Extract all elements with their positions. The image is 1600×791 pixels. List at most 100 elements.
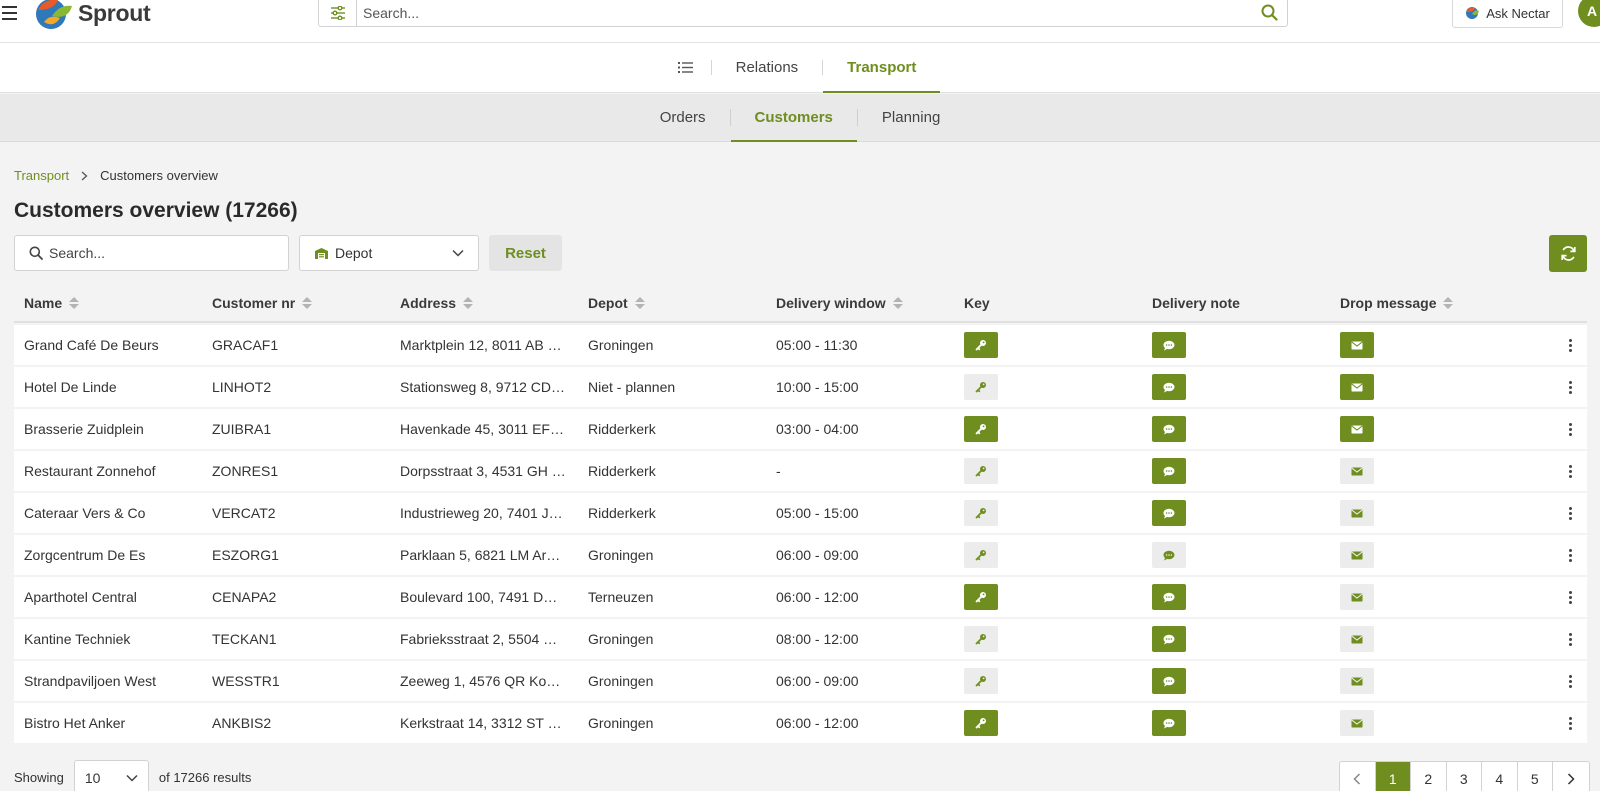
more-options-icon[interactable] <box>1565 506 1575 520</box>
table-row[interactable]: Kantine Techniek TECKAN1 Fabrieksstraat … <box>14 619 1587 659</box>
logo[interactable]: Sprout <box>34 0 151 30</box>
table-row[interactable]: Brasserie Zuidplein ZUIBRA1 Havenkade 45… <box>14 409 1587 449</box>
search-filter-icon[interactable] <box>319 0 357 26</box>
comment-icon[interactable] <box>1152 500 1186 526</box>
tab-transport[interactable]: Transport <box>823 43 941 93</box>
cell-address: Fabrieksstraat 2, 5504 … <box>400 631 558 647</box>
tab-customers[interactable]: Customers <box>730 94 858 142</box>
next-page-button[interactable] <box>1553 762 1589 791</box>
more-options-icon[interactable] <box>1565 632 1575 646</box>
table-row[interactable]: Bistro Het Anker ANKBIS2 Kerkstraat 14, … <box>14 703 1587 743</box>
comment-icon[interactable] <box>1152 458 1186 484</box>
refresh-button[interactable] <box>1549 235 1587 272</box>
table-row[interactable]: Restaurant Zonnehof ZONRES1 Dorpsstraat … <box>14 451 1587 491</box>
table-row[interactable]: Strandpaviljoen West WESSTR1 Zeeweg 1, 4… <box>14 661 1587 701</box>
page-button-5[interactable]: 5 <box>1518 762 1553 791</box>
envelope-icon[interactable] <box>1340 374 1374 400</box>
envelope-icon[interactable] <box>1340 458 1374 484</box>
cell-depot: Groningen <box>588 673 654 689</box>
sort-icon[interactable] <box>1443 296 1454 309</box>
key-icon[interactable] <box>964 416 998 442</box>
more-options-icon[interactable] <box>1565 464 1575 478</box>
cell-customer-nr: ZUIBRA1 <box>212 421 272 437</box>
key-icon[interactable] <box>964 710 998 736</box>
reset-button[interactable]: Reset <box>489 235 562 271</box>
envelope-icon[interactable] <box>1340 542 1374 568</box>
page-button-2[interactable]: 2 <box>1411 762 1447 791</box>
table-row[interactable]: Hotel De Linde LINHOT2 Stationsweg 8, 97… <box>14 367 1587 407</box>
warehouse-icon <box>315 247 328 259</box>
more-options-icon[interactable] <box>1565 590 1575 604</box>
envelope-icon[interactable] <box>1340 710 1374 736</box>
more-options-icon[interactable] <box>1565 338 1575 352</box>
comment-icon[interactable] <box>1152 710 1186 736</box>
envelope-icon[interactable] <box>1340 500 1374 526</box>
breadcrumb-transport[interactable]: Transport <box>14 168 69 183</box>
page-button-1[interactable]: 1 <box>1375 762 1411 791</box>
more-options-icon[interactable] <box>1565 674 1575 688</box>
cell-drop-message <box>1330 710 1518 736</box>
table-row[interactable]: Zorgcentrum De Es ESZORG1 Parklaan 5, 68… <box>14 535 1587 575</box>
prev-page-button[interactable] <box>1340 762 1376 791</box>
key-icon[interactable] <box>964 668 998 694</box>
key-icon[interactable] <box>964 458 998 484</box>
cell-address: Havenkade 45, 3011 EF… <box>400 421 564 437</box>
page-button-3[interactable]: 3 <box>1447 762 1482 791</box>
sort-icon[interactable] <box>463 296 474 309</box>
sort-icon[interactable] <box>69 296 80 309</box>
more-options-icon[interactable] <box>1565 548 1575 562</box>
more-options-icon[interactable] <box>1565 380 1575 394</box>
envelope-icon[interactable] <box>1340 416 1374 442</box>
comment-icon[interactable] <box>1152 626 1186 652</box>
comment-icon[interactable] <box>1152 374 1186 400</box>
comment-icon[interactable] <box>1152 668 1186 694</box>
envelope-icon[interactable] <box>1340 332 1374 358</box>
table-row[interactable]: Cateraar Vers & Co VERCAT2 Industrieweg … <box>14 493 1587 533</box>
envelope-icon[interactable] <box>1340 584 1374 610</box>
tab-list-view[interactable] <box>660 43 711 92</box>
sort-icon[interactable] <box>892 296 903 309</box>
tab-planning[interactable]: Planning <box>858 94 964 141</box>
key-icon[interactable] <box>964 584 998 610</box>
page-button-4[interactable]: 4 <box>1482 762 1518 791</box>
more-options-icon[interactable] <box>1565 422 1575 436</box>
header-drop-message[interactable]: Drop message <box>1330 295 1518 311</box>
comment-icon[interactable] <box>1152 584 1186 610</box>
tab-orders[interactable]: Orders <box>636 94 730 141</box>
page-size-select[interactable]: 10 <box>73 760 149 791</box>
header-name[interactable]: Name <box>14 295 202 311</box>
cell-delivery-note <box>1142 458 1330 484</box>
key-icon[interactable] <box>964 542 998 568</box>
header-depot[interactable]: Depot <box>578 295 766 311</box>
hamburger-menu-icon[interactable] <box>0 0 20 26</box>
comment-icon[interactable] <box>1152 416 1186 442</box>
ask-nectar-button[interactable]: Ask Nectar <box>1452 0 1563 28</box>
customer-search-input[interactable] <box>49 245 269 261</box>
sort-icon[interactable] <box>302 296 313 309</box>
depot-select[interactable]: Depot <box>299 235 479 271</box>
sort-icon[interactable] <box>634 296 645 309</box>
envelope-icon[interactable] <box>1340 626 1374 652</box>
header-address[interactable]: Address <box>390 295 578 311</box>
table-row[interactable]: Grand Café De Beurs GRACAF1 Marktplein 1… <box>14 325 1587 365</box>
cell-drop-message <box>1330 332 1518 358</box>
user-avatar[interactable]: A <box>1578 0 1600 27</box>
table-row[interactable]: Aparthotel Central CENAPA2 Boulevard 100… <box>14 577 1587 617</box>
comment-icon[interactable] <box>1152 332 1186 358</box>
more-options-icon[interactable] <box>1565 716 1575 730</box>
key-icon[interactable] <box>964 500 998 526</box>
cell-delivery-note <box>1142 710 1330 736</box>
cell-delivery-window: 06:00 - 09:00 <box>776 673 859 689</box>
key-icon[interactable] <box>964 332 998 358</box>
cell-delivery-note <box>1142 500 1330 526</box>
comment-icon[interactable] <box>1152 542 1186 568</box>
global-search-input[interactable] <box>357 4 1251 21</box>
header-delivery-window[interactable]: Delivery window <box>766 295 954 311</box>
envelope-icon[interactable] <box>1340 668 1374 694</box>
header-customer-nr[interactable]: Customer nr <box>202 295 390 311</box>
tab-relations[interactable]: Relations <box>712 43 823 92</box>
cell-key <box>954 500 1142 526</box>
key-icon[interactable] <box>964 626 998 652</box>
key-icon[interactable] <box>964 374 998 400</box>
search-icon[interactable] <box>1251 4 1287 21</box>
